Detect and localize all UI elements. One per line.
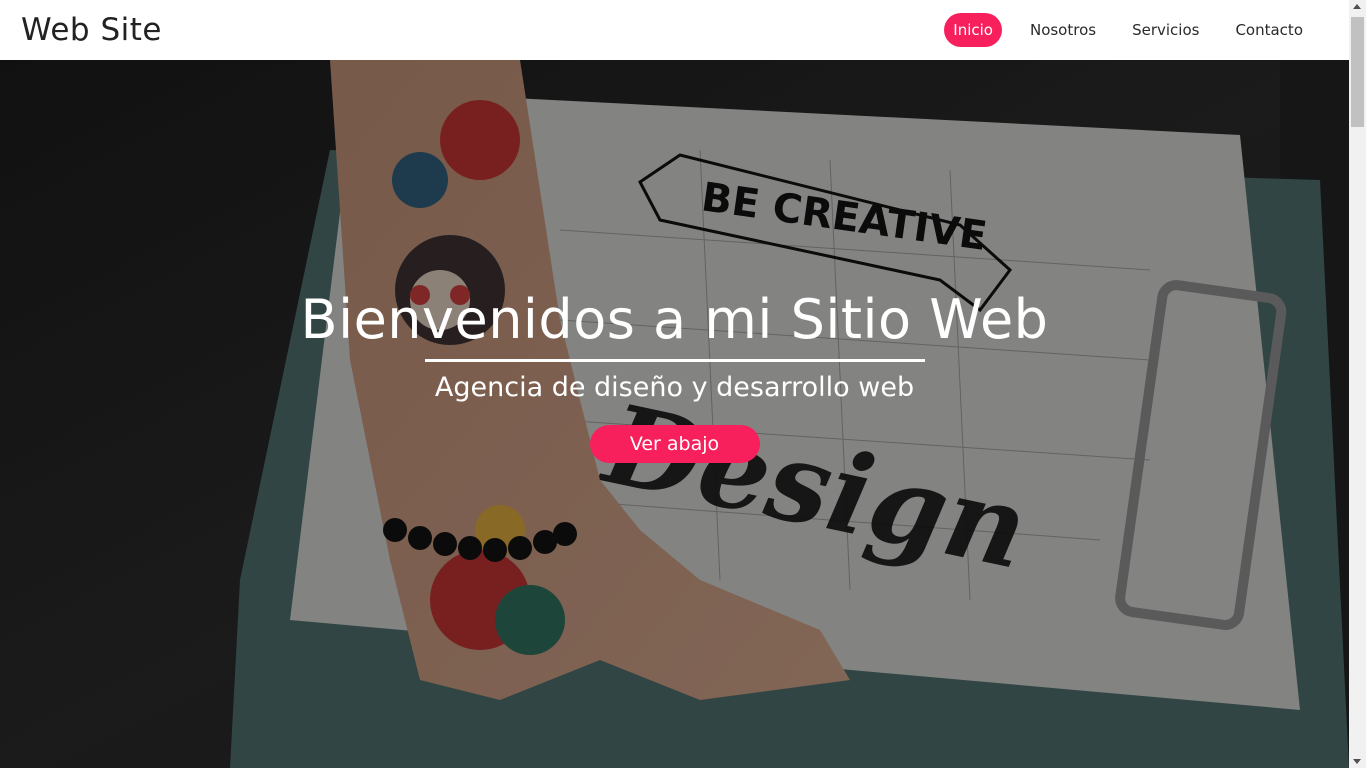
- scroll-down-icon[interactable]: [1353, 759, 1361, 764]
- nav-item-inicio[interactable]: Inicio: [944, 13, 1002, 47]
- hero-title: Bienvenidos a mi Sitio Web: [300, 288, 1049, 351]
- scroll-up-icon[interactable]: [1353, 4, 1361, 9]
- site-logo[interactable]: Web Site: [21, 12, 162, 48]
- site-header: Web Site Inicio Nosotros Servicios Conta…: [0, 0, 1349, 60]
- scroll-thumb[interactable]: [1351, 17, 1364, 127]
- hero-content: Bienvenidos a mi Sitio Web Agencia de di…: [0, 288, 1349, 463]
- hero-subtitle: Agencia de diseño y desarrollo web: [434, 371, 915, 403]
- main-nav: Inicio Nosotros Servicios Contacto: [944, 13, 1311, 47]
- nav-item-nosotros[interactable]: Nosotros: [1022, 13, 1104, 47]
- page-scrollbar[interactable]: [1349, 0, 1366, 768]
- ver-abajo-button[interactable]: Ver abajo: [589, 424, 760, 463]
- hero-divider: [424, 358, 925, 362]
- nav-item-servicios[interactable]: Servicios: [1124, 13, 1207, 47]
- nav-item-contacto[interactable]: Contacto: [1227, 13, 1311, 47]
- hero-section: BE CREATIVE Design Bienvenidos a mi Siti…: [0, 60, 1349, 768]
